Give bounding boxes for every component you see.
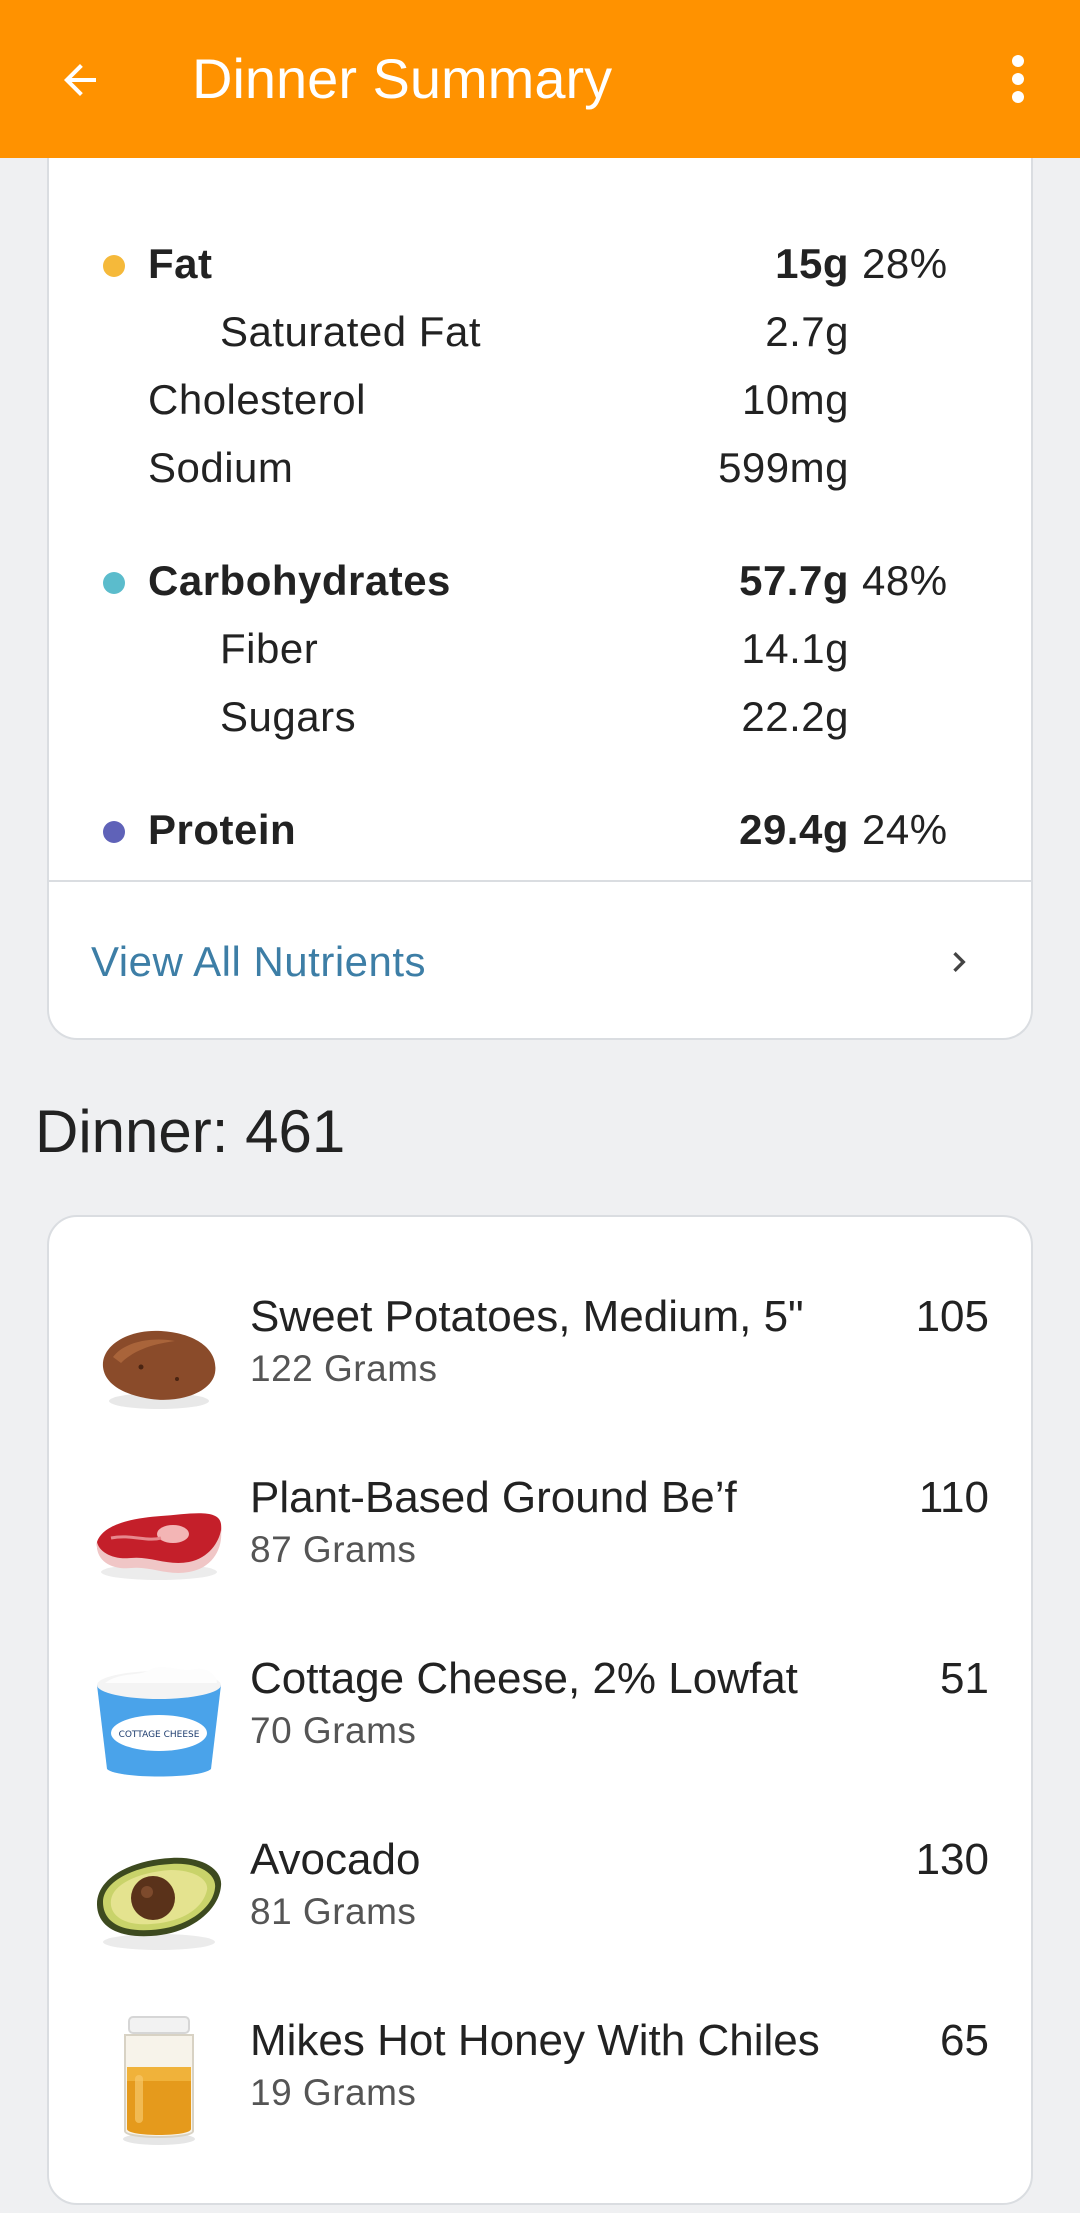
nutrient-row-saturated-fat: Saturated Fat 2.7g — [49, 302, 1035, 362]
nutrient-amount: 2.7g — [765, 308, 849, 355]
food-item[interactable]: Sweet Potatoes, Medium, 5" 122 Grams 105 — [49, 1277, 1031, 1437]
food-calories: 130 — [915, 1835, 989, 1884]
food-calories: 110 — [918, 1473, 989, 1522]
steak-icon — [96, 1513, 222, 1580]
food-item[interactable]: COTTAGE CHEESE Cottage Cheese, 2% Lowfat… — [49, 1639, 1031, 1799]
protein-dot-icon — [103, 821, 125, 843]
nutrient-row-fiber: Fiber 14.1g — [49, 619, 1035, 679]
nutrient-percent: 24% — [862, 806, 948, 853]
nutrient-name: Saturated Fat — [220, 308, 481, 355]
nutrient-row-cholesterol: Cholesterol 10mg — [49, 370, 1035, 430]
nutrient-percent: 48% — [862, 557, 948, 604]
honey-jar-icon — [123, 2016, 195, 2145]
food-name: Avocado — [250, 1835, 421, 1884]
food-quantity: 81 Grams — [250, 1891, 417, 1932]
food-item[interactable]: Plant-Based Ground Be’f 87 Grams 110 — [49, 1458, 1031, 1618]
food-quantity: 70 Grams — [250, 1710, 417, 1751]
nutrient-percent: 28% — [862, 240, 948, 287]
nutrient-name: Protein — [148, 806, 297, 853]
food-calories: 105 — [915, 1292, 989, 1341]
nutrient-amount: 14.1g — [741, 625, 849, 672]
nutrient-row-carbohydrates: Carbohydrates 57.7g 48% — [49, 551, 1035, 611]
cottage-cheese-icon: COTTAGE CHEESE — [97, 1667, 221, 1777]
fat-dot-icon — [103, 255, 125, 277]
nutrient-name: Cholesterol — [148, 376, 366, 423]
cottage-cheese-label: COTTAGE CHEESE — [119, 1730, 200, 1740]
nutrient-amount: 22.2g — [741, 693, 849, 740]
food-name: Mikes Hot Honey With Chiles — [250, 2016, 820, 2065]
nutrient-row-protein: Protein 29.4g 24% — [49, 800, 1035, 860]
nutrient-amount: 29.4g — [739, 806, 849, 853]
food-item[interactable]: Mikes Hot Honey With Chiles 19 Grams 65 — [49, 2001, 1031, 2161]
arrow-left-icon — [64, 64, 96, 96]
back-button[interactable] — [52, 52, 108, 108]
chevron-right-icon — [953, 952, 966, 972]
view-all-nutrients-label: View All Nutrients — [91, 938, 427, 985]
food-item[interactable]: Avocado 81 Grams 130 — [49, 1820, 1031, 1980]
food-quantity: 19 Grams — [250, 2072, 417, 2113]
nutrient-amount: 15g — [775, 240, 849, 287]
food-name: Sweet Potatoes, Medium, 5" — [250, 1292, 804, 1341]
nutrient-row-fat: Fat 15g 28% — [49, 234, 1035, 294]
food-name: Cottage Cheese, 2% Lowfat — [250, 1654, 798, 1703]
nutrient-row-sodium: Sodium 599mg — [49, 438, 1035, 498]
nutrient-amount: 599mg — [718, 444, 849, 491]
page-title: Dinner Summary — [192, 47, 613, 110]
nutrient-amount: 57.7g — [739, 557, 849, 604]
dinner-foods-card: Sweet Potatoes, Medium, 5" 122 Grams 105… — [47, 1215, 1033, 2205]
food-quantity: 122 Grams — [250, 1348, 438, 1389]
nutrient-row-sugars: Sugars 22.2g — [49, 687, 1035, 747]
nutrient-amount: 10mg — [741, 376, 849, 423]
nutrient-name: Sodium — [148, 444, 294, 491]
view-all-nutrients-button[interactable]: View All Nutrients — [49, 882, 1031, 1038]
avocado-icon — [97, 1857, 222, 1950]
nutrient-name: Fat — [148, 240, 213, 287]
more-vert-icon — [1012, 55, 1024, 103]
sweet-potato-icon — [102, 1330, 216, 1409]
carbohydrates-dot-icon — [103, 572, 125, 594]
food-quantity: 87 Grams — [250, 1529, 417, 1570]
more-options-button[interactable] — [990, 46, 1046, 112]
dinner-calories-title: Dinner: 461 — [35, 1098, 346, 1165]
app-bar: Dinner Summary — [0, 0, 1080, 158]
food-name: Plant-Based Ground Be’f — [250, 1473, 737, 1522]
nutrient-name: Fiber — [220, 625, 319, 672]
nutrient-name: Carbohydrates — [148, 557, 451, 604]
nutrient-name: Sugars — [220, 693, 357, 740]
nutrients-card: Fat 15g 28% Saturated Fat 2.7g Cholester… — [47, 120, 1033, 1040]
food-calories: 51 — [940, 1654, 989, 1703]
food-calories: 65 — [940, 2016, 989, 2065]
